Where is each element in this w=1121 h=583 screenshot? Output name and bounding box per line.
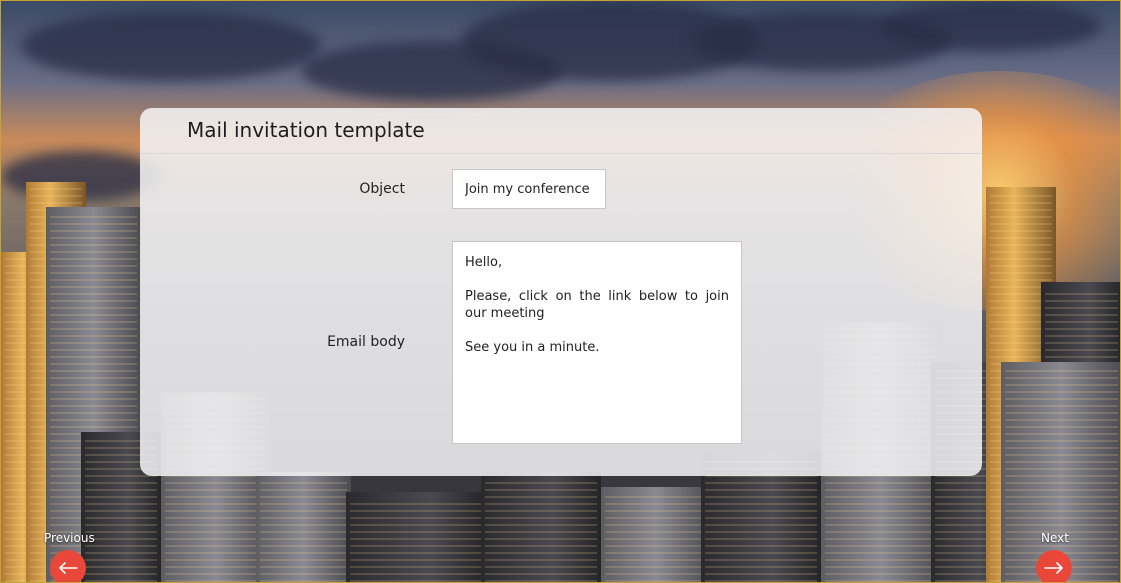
arrow-left-icon	[59, 562, 78, 574]
mail-template-panel: Mail invitation template Object Email bo…	[140, 108, 982, 476]
email-body-line: Please, click on the link below to join …	[465, 289, 729, 321]
title-divider	[140, 153, 982, 154]
email-body-label: Email body	[327, 334, 405, 350]
app-window: Mail invitation template Object Email bo…	[0, 0, 1121, 583]
email-body-textarea[interactable]: Hello, Please, click on the link below t…	[452, 241, 742, 444]
previous-button[interactable]	[50, 550, 86, 582]
email-body-line: Hello,	[465, 255, 503, 270]
object-label: Object	[359, 181, 405, 197]
next-label: Next	[1041, 531, 1069, 545]
email-body-line: See you in a minute.	[465, 340, 600, 355]
arrow-right-icon	[1044, 562, 1063, 574]
previous-label: Previous	[44, 531, 95, 545]
next-button[interactable]	[1036, 550, 1072, 582]
object-input[interactable]	[452, 169, 606, 209]
panel-title: Mail invitation template	[187, 118, 425, 142]
